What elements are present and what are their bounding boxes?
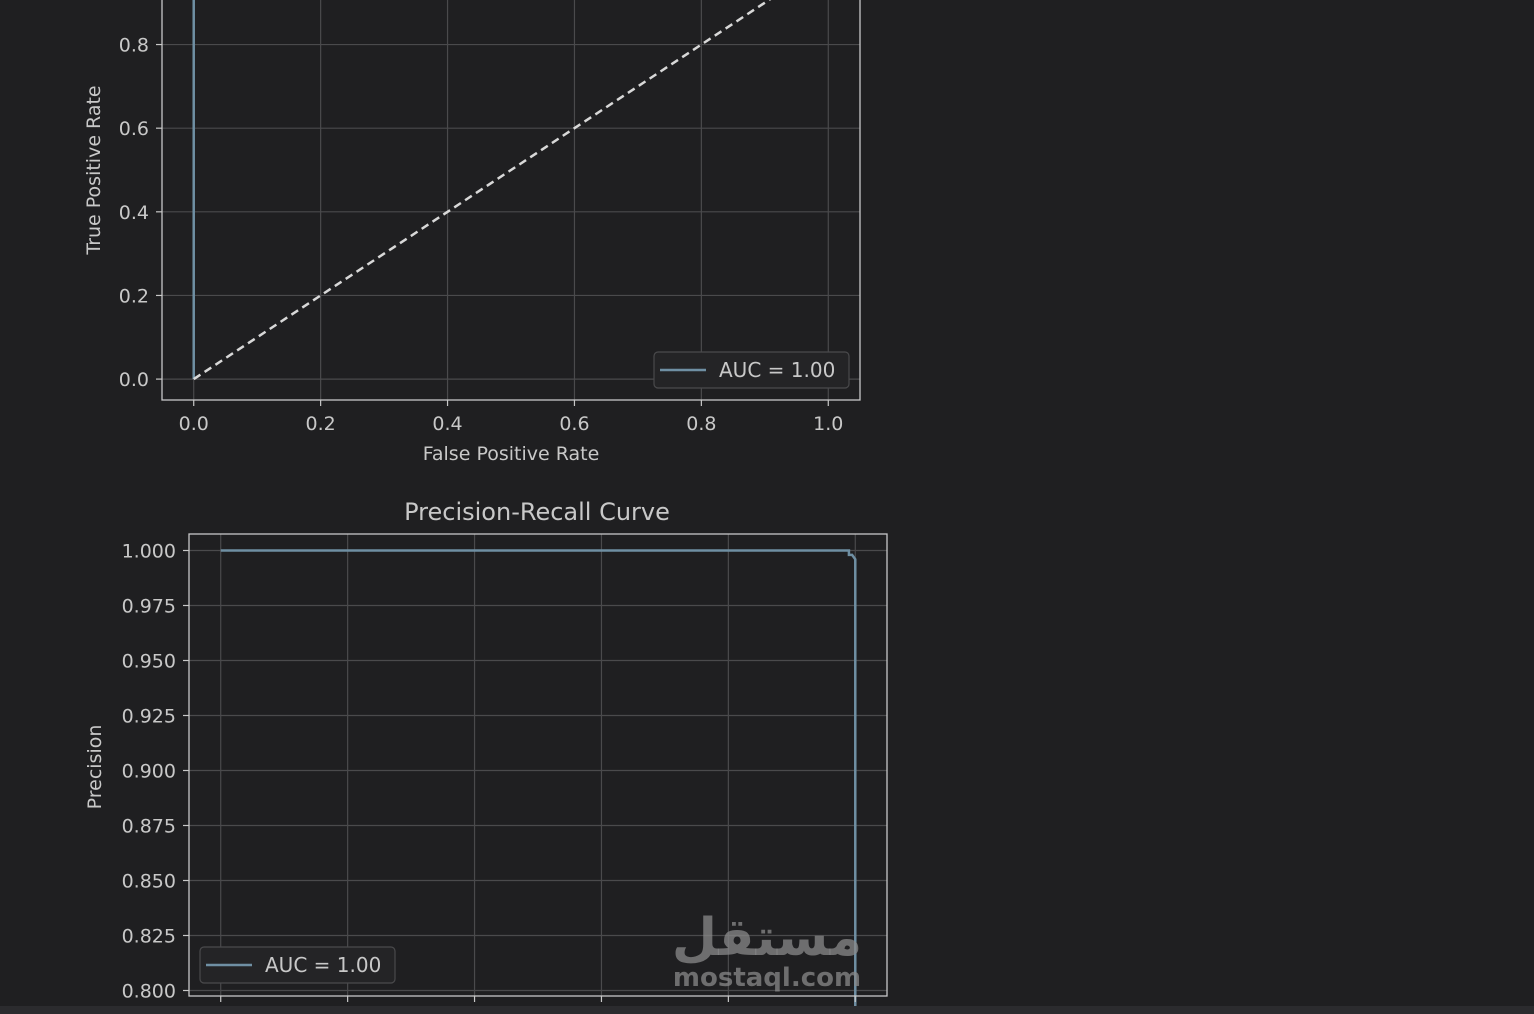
roc-y-tick-label: 0.2 xyxy=(119,285,149,307)
roc-y-tick-label: 0.4 xyxy=(119,202,149,224)
pr-y-tick-label: 0.800 xyxy=(122,981,176,1003)
roc-grid xyxy=(162,0,860,400)
watermark-url-text: mostaql.com xyxy=(673,963,861,993)
roc-x-axis-label: False Positive Rate xyxy=(423,443,600,465)
roc-x-tick-label: 0.6 xyxy=(559,413,589,435)
roc-x-tick-label: 0.2 xyxy=(306,413,336,435)
pr-chart-title: Precision-Recall Curve xyxy=(404,498,670,526)
chart-canvas: 0.0 0.2 0.4 0.6 0.8 1.0 0.0 0.2 0.4 0.6 0.8 False… xyxy=(83,0,888,1013)
roc-x-tick-label: 0.8 xyxy=(686,413,716,435)
bottom-scrollbar-strip xyxy=(0,1006,1534,1014)
pr-y-tick-label: 0.825 xyxy=(122,926,176,948)
mostaql-watermark: مستقل mostaql.com xyxy=(672,908,862,993)
roc-legend-label: AUC = 1.00 xyxy=(719,358,835,382)
roc-series xyxy=(192,0,772,381)
roc-x-tick-label: 0.0 xyxy=(179,413,209,435)
roc-x-ticks: 0.0 0.2 0.4 0.6 0.8 1.0 xyxy=(179,400,843,435)
roc-y-tick-label: 0.8 xyxy=(119,35,149,57)
pr-y-tick-label: 0.850 xyxy=(122,871,176,893)
roc-y-tick-label: 0.0 xyxy=(119,369,149,391)
pr-y-ticks: 0.800 0.825 0.850 0.875 0.900 0.925 0.950 0.975… xyxy=(122,541,189,1003)
watermark-arabic-text: مستقل xyxy=(672,908,862,968)
pr-y-tick-label: 0.875 xyxy=(122,816,176,838)
roc-chart: 0.0 0.2 0.4 0.6 0.8 1.0 0.0 0.2 0.4 0.6 0.8 False… xyxy=(83,0,861,465)
pr-y-tick-label: 0.950 xyxy=(122,651,176,673)
pr-y-tick-label: 0.900 xyxy=(122,761,176,783)
roc-x-tick-label: 1.0 xyxy=(813,413,843,435)
roc-y-tick-label: 0.6 xyxy=(119,118,149,140)
pr-y-tick-label: 1.000 xyxy=(122,541,176,563)
pr-y-tick-label: 0.975 xyxy=(122,596,176,618)
pr-legend: AUC = 1.00 xyxy=(199,946,396,984)
roc-legend: AUC = 1.00 xyxy=(653,351,850,389)
pr-y-tick-label: 0.925 xyxy=(122,706,176,728)
pr-y-axis-label: Precision xyxy=(84,725,106,810)
roc-y-ticks: 0.0 0.2 0.4 0.6 0.8 xyxy=(119,35,162,391)
roc-y-axis-label: True Positive Rate xyxy=(83,85,105,255)
roc-axes-frame xyxy=(161,0,861,401)
pr-x-ticks xyxy=(220,996,856,1002)
pr-legend-label: AUC = 1.00 xyxy=(265,953,381,977)
roc-chance-diagonal-line xyxy=(193,0,772,381)
roc-x-tick-label: 0.4 xyxy=(432,413,462,435)
